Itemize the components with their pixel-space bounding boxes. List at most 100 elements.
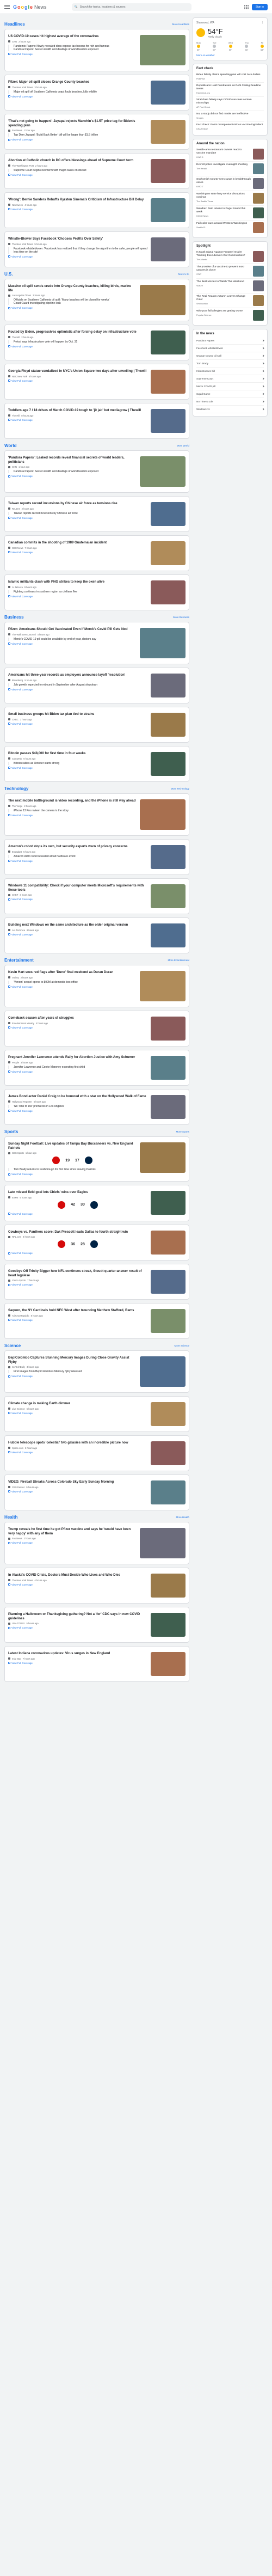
story-headline[interactable]: Bitcoin passes $48,000 for first time in… bbox=[8, 752, 147, 756]
topic-item[interactable]: No Time to Die bbox=[196, 398, 264, 406]
section-title[interactable]: Sports bbox=[4, 1129, 18, 1134]
story-headline[interactable]: VIDEO: Fireball Streaks Across Colorado … bbox=[8, 1480, 147, 1485]
more-section-link[interactable]: More U.S. bbox=[178, 273, 189, 276]
topic-item[interactable]: Windows 11 bbox=[196, 406, 264, 413]
full-coverage-link[interactable]: View Full Coverage bbox=[8, 898, 147, 901]
story-headline[interactable]: Amazon's robot stops its own, but securi… bbox=[8, 845, 147, 849]
topic-item[interactable]: Merck COVID pill bbox=[196, 383, 264, 390]
story[interactable]: 'Pandora Papers': Leaked records reveal … bbox=[8, 454, 186, 489]
story[interactable]: Islamic militants clash with PNG strikes… bbox=[8, 578, 186, 607]
story-thumbnail[interactable] bbox=[151, 159, 186, 183]
story-thumbnail[interactable] bbox=[151, 674, 186, 697]
story-thumbnail[interactable] bbox=[151, 845, 186, 869]
full-coverage-link[interactable]: View Full Coverage bbox=[8, 723, 147, 725]
story[interactable]: Pregnant Jennifer Lawrence attends Rally… bbox=[8, 1054, 186, 1082]
story-headline[interactable]: Pfizer: Major oil spill closes Orange Co… bbox=[8, 81, 147, 85]
full-coverage-link[interactable]: View Full Coverage bbox=[8, 138, 147, 141]
full-coverage-link[interactable]: View Full Coverage bbox=[8, 986, 137, 988]
story-thumbnail[interactable] bbox=[140, 35, 186, 65]
side-item[interactable]: Snohomish County sees surge in breakthro… bbox=[196, 176, 264, 191]
topic-item[interactable]: Squid Game bbox=[196, 390, 264, 398]
story-headline[interactable]: The next mobile battleground is video re… bbox=[8, 799, 137, 804]
sign-in-button[interactable]: Sign in bbox=[251, 3, 268, 10]
story-source[interactable]: CNN bbox=[12, 466, 17, 468]
side-item[interactable]: Fact check: Posts misrepresent mRNA vacc… bbox=[196, 122, 264, 132]
story[interactable]: In Alaska's COVID Crisis, Doctors Must D… bbox=[8, 1571, 186, 1600]
story-thumbnail[interactable] bbox=[151, 923, 186, 947]
story-thumbnail[interactable] bbox=[151, 331, 186, 354]
full-coverage-link[interactable]: View Full Coverage bbox=[8, 1173, 137, 1176]
story-thumbnail[interactable] bbox=[151, 752, 186, 776]
story[interactable]: Whistle-Blower Says Facebook 'Chooses Pr… bbox=[8, 235, 186, 264]
topic-item[interactable]: Pandora Papers bbox=[196, 337, 264, 345]
topic-item[interactable]: Supreme Court bbox=[196, 375, 264, 383]
story-thumbnail[interactable] bbox=[151, 1191, 186, 1215]
main-menu-icon[interactable] bbox=[4, 5, 10, 9]
story-thumbnail[interactable] bbox=[151, 1230, 186, 1255]
story-thumbnail[interactable] bbox=[151, 541, 186, 565]
story-thumbnail[interactable] bbox=[151, 1056, 186, 1080]
story-thumbnail[interactable] bbox=[151, 580, 186, 604]
side-item-title[interactable]: Everett police investigate overnight sho… bbox=[196, 163, 251, 167]
topic-item[interactable]: Tom Brady bbox=[196, 360, 264, 368]
story-source[interactable]: Bloomberg bbox=[12, 679, 23, 682]
related-headline[interactable]: Pelosi says infrastructure vote will hap… bbox=[14, 340, 147, 344]
story-thumbnail[interactable] bbox=[140, 799, 186, 830]
search-input[interactable]: Search for topics, locations & sources bbox=[80, 5, 126, 9]
story-thumbnail[interactable] bbox=[151, 1574, 186, 1598]
story-source[interactable]: CNET bbox=[12, 894, 18, 896]
full-coverage-link[interactable]: View Full Coverage bbox=[8, 517, 147, 519]
side-item[interactable]: The Real Reason Autumn Leaves Change Col… bbox=[196, 293, 264, 308]
story-source[interactable]: Entertainment Weekly bbox=[12, 1022, 34, 1025]
full-coverage-link[interactable]: View Full Coverage bbox=[8, 1213, 147, 1215]
side-item-title[interactable]: The Real Reason Autumn Leaves Change Col… bbox=[196, 295, 251, 302]
story[interactable]: Goodbye Off Trinity Bigger how NFL conti… bbox=[8, 1268, 186, 1296]
story-source[interactable]: Engadget bbox=[12, 850, 22, 853]
story-headline[interactable]: Abortion at Catholic church in DC offers… bbox=[8, 159, 147, 163]
side-item-title[interactable]: Snohomish County sees surge in breakthro… bbox=[196, 178, 251, 185]
story-thumbnail[interactable] bbox=[151, 120, 186, 144]
story-headline[interactable]: Pregnant Jennifer Lawrence attends Rally… bbox=[8, 1056, 147, 1060]
story[interactable]: Hubble telescope spots 'celestial' two g… bbox=[8, 1439, 186, 1467]
side-item-title[interactable]: Viral claim falsely says COVID vaccines … bbox=[196, 99, 264, 105]
story[interactable]: Abortion at Catholic church in DC offers… bbox=[8, 157, 186, 185]
story-thumbnail[interactable] bbox=[151, 81, 186, 105]
story-thumbnail[interactable] bbox=[140, 628, 186, 658]
story[interactable]: Taiwan reports record incursions by Chin… bbox=[8, 500, 186, 528]
story-source[interactable]: CBS Sports bbox=[12, 1152, 24, 1154]
story-headline[interactable]: Pfizer: Americans Should Get Vaccinated … bbox=[8, 628, 137, 632]
story-headline[interactable]: 'Wrong': Bernie Sanders Rebuffs Kyrsten … bbox=[8, 198, 147, 203]
story-thumbnail[interactable] bbox=[151, 713, 186, 737]
story-headline[interactable]: Canadian commits in the shooting of 1989… bbox=[8, 541, 147, 546]
story[interactable]: BepiColombo Captures Stunning Mercury Im… bbox=[8, 1354, 186, 1389]
more-options-icon[interactable]: ⋮ bbox=[261, 21, 264, 25]
story-source[interactable]: The Verge bbox=[12, 805, 22, 807]
story-headline[interactable]: Saquon, the NY Cardinals hold NFC West a… bbox=[8, 1309, 147, 1313]
full-coverage-link[interactable]: View Full Coverage bbox=[8, 1583, 147, 1586]
topic-item[interactable]: Orange County oil spill bbox=[196, 352, 264, 360]
full-coverage-link[interactable]: View Full Coverage bbox=[8, 1252, 147, 1255]
story-source[interactable]: CBS Denver bbox=[12, 1486, 24, 1489]
story-source[interactable]: Arizona Republic bbox=[12, 1314, 29, 1317]
google-news-logo[interactable]: Google News bbox=[13, 4, 47, 10]
story-thumbnail[interactable] bbox=[140, 971, 186, 1001]
side-item[interactable]: Weather: Rain returns to Puget Sound thi… bbox=[196, 206, 264, 221]
story[interactable]: Georgia Floyd statue vandalized in NYC's… bbox=[8, 368, 186, 396]
story-headline[interactable]: Kevin Hart sees red flags after 'Dune' f… bbox=[8, 971, 137, 975]
scoreboard[interactable]: 36 28 bbox=[8, 1238, 147, 1250]
topic-item[interactable]: Facebook whistleblower bbox=[196, 345, 264, 352]
story-headline[interactable]: Latest Indiana coronavirus updates: Viru… bbox=[8, 1652, 147, 1656]
story-source[interactable]: Al Jazeera bbox=[12, 586, 23, 589]
story-source[interactable]: The Washington Post bbox=[12, 164, 34, 167]
full-coverage-link[interactable]: View Full Coverage bbox=[8, 307, 137, 309]
story[interactable]: Trump reveals he first time he got Pfize… bbox=[8, 1526, 186, 1561]
story-headline[interactable]: Routed by Biden, progressives optimistic… bbox=[8, 331, 147, 335]
more-section-link[interactable]: More Entertainment bbox=[168, 959, 189, 962]
related-headline[interactable]: 'Venom' sequel opens to $90M at domestic… bbox=[14, 981, 137, 984]
related-headline[interactable]: Supreme Court begins new term with major… bbox=[14, 169, 147, 172]
related-headline[interactable]: Fighting continues in southern region as… bbox=[14, 590, 147, 593]
related-headline[interactable]: Taiwan reports record incursions by Chin… bbox=[14, 512, 147, 515]
full-coverage-link[interactable]: View Full Coverage bbox=[8, 1283, 147, 1286]
story-source[interactable]: Hollywood Reporter bbox=[12, 1100, 32, 1103]
story-thumbnail[interactable] bbox=[151, 884, 186, 908]
